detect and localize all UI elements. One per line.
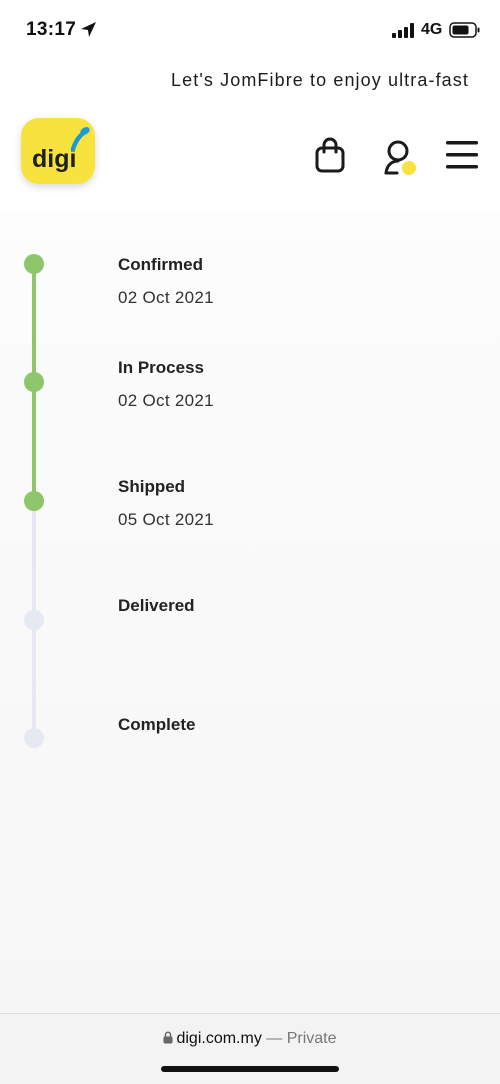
step-shipped-dot (24, 491, 44, 511)
browser-url-bar[interactable]: digi.com.my — Private (0, 1013, 500, 1084)
step-confirmed-title: Confirmed (118, 255, 203, 274)
battery-icon (449, 22, 481, 43)
step-shipped-date: 05 Oct 2021 (118, 510, 214, 529)
promo-banner[interactable]: Let's JomFibre to enjoy ultra-fast (0, 58, 500, 100)
network-type: 4G (421, 21, 443, 38)
shopping-bag-icon[interactable] (315, 137, 345, 178)
digi-logo[interactable]: digi (21, 118, 95, 184)
location-arrow-icon (80, 21, 97, 43)
cellular-signal-icon (392, 23, 416, 43)
step-in-process-title: In Process (118, 358, 204, 377)
status-time: 13:17 (26, 19, 77, 40)
promo-text: Let's JomFibre to enjoy ultra-fast (171, 70, 469, 90)
hamburger-menu-icon[interactable] (446, 141, 478, 174)
lock-icon (163, 1031, 173, 1049)
step-shipped-title: Shipped (118, 477, 186, 496)
step-in-process-date: 02 Oct 2021 (118, 391, 214, 410)
step-in-process-dot (24, 372, 44, 392)
url-privacy-label: — Private (266, 1030, 337, 1047)
svg-text:digi: digi (32, 145, 76, 173)
step-delivered-title: Delivered (118, 596, 195, 615)
step-complete-title: Complete (118, 715, 196, 734)
step-confirmed-dot (24, 254, 44, 274)
user-account-icon[interactable] (383, 138, 419, 181)
step-delivered-dot (24, 610, 44, 630)
status-bar: 13:17 4G (0, 0, 500, 58)
step-confirmed-date: 02 Oct 2021 (118, 288, 214, 307)
home-indicator[interactable] (161, 1066, 339, 1072)
url-domain: digi.com.my (176, 1030, 262, 1047)
site-header: digi (0, 100, 500, 210)
url-display[interactable]: digi.com.my — Private (0, 1030, 500, 1049)
step-complete-dot (24, 728, 44, 748)
